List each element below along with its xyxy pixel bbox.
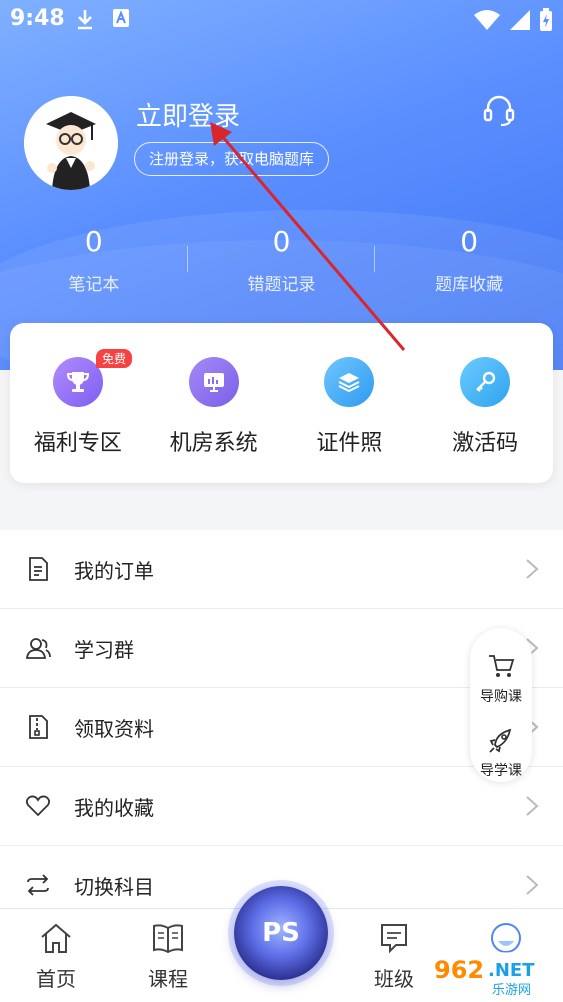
svg-text:962: 962: [434, 956, 484, 984]
signal-icon: [510, 10, 530, 30]
stat-value: 0: [272, 225, 291, 258]
login-link[interactable]: 立即登录: [136, 96, 240, 133]
svg-text:.NET: .NET: [488, 960, 535, 981]
status-time: 9:48: [10, 6, 65, 31]
file-zip-icon: [29, 715, 48, 739]
key-icon: [460, 357, 511, 407]
stat-wrong-answers[interactable]: 0 错题记录: [188, 224, 376, 304]
feature-activation-code[interactable]: 激活码: [417, 323, 553, 483]
feature-card: 免费 福利专区 机房系统 证件照 激活码: [10, 323, 553, 483]
menu-label: 领取资料: [74, 716, 154, 741]
group-icon: [25, 638, 51, 659]
avatar[interactable]: [24, 96, 118, 190]
divider: [187, 246, 188, 272]
download-icon: [78, 10, 92, 30]
layers-icon: [324, 357, 375, 407]
swap-icon: [27, 874, 49, 896]
feature-lab-system[interactable]: 机房系统: [146, 323, 282, 483]
stat-label: 笔记本: [68, 275, 120, 295]
stats-row: 0 笔记本 0 错题记录 0 题库收藏: [0, 224, 563, 304]
nav-label: 课程: [148, 967, 188, 991]
free-badge: 免费: [96, 349, 133, 368]
ps-center-button[interactable]: PS: [234, 886, 328, 980]
feature-id-photo[interactable]: 证件照: [282, 323, 418, 483]
nav-home[interactable]: 首页: [16, 921, 96, 992]
wifi-icon: [474, 10, 500, 30]
register-hint-button[interactable]: 注册登录，获取电脑题库: [134, 142, 330, 176]
menu-label: 我的收藏: [74, 795, 154, 820]
nav-label: 首页: [36, 967, 76, 991]
menu-item-orders[interactable]: 我的订单: [0, 530, 563, 609]
headset-icon[interactable]: [481, 92, 517, 128]
chevron-right-icon: [526, 875, 539, 895]
feature-label: 机房系统: [169, 431, 258, 456]
cart-icon: [489, 655, 515, 677]
menu-label: 学习群: [74, 637, 134, 662]
divider: [374, 246, 375, 272]
status-bar: 9:48: [0, 0, 563, 40]
app-a-icon: [113, 9, 129, 27]
menu-label: 切换科目: [74, 874, 154, 899]
chevron-right-icon: [526, 796, 539, 816]
floating-guide-course[interactable]: 导学课: [470, 726, 532, 780]
svg-text:乐游网: 乐游网: [492, 983, 531, 998]
floating-shopping-course[interactable]: 导购课: [470, 652, 532, 706]
menu-label: 我的订单: [74, 558, 154, 583]
battery-icon: [540, 8, 552, 31]
chat-icon: [381, 924, 407, 954]
feature-label: 证件照: [316, 431, 383, 456]
nav-label: 班级: [374, 967, 414, 991]
stat-label: 错题记录: [247, 275, 316, 295]
document-icon: [29, 557, 48, 581]
stat-favorites[interactable]: 0 题库收藏: [375, 224, 563, 304]
stat-label: 题库收藏: [435, 275, 504, 295]
nav-class[interactable]: 班级: [354, 921, 434, 992]
chevron-right-icon: [526, 559, 539, 579]
floating-panel: 导购课 导学课: [470, 628, 532, 782]
heart-icon: [25, 795, 51, 817]
floating-label: 导学课: [480, 763, 522, 779]
feature-welfare[interactable]: 免费 福利专区: [10, 323, 146, 483]
rocket-icon: [489, 728, 512, 753]
monitor-chart-icon: [188, 357, 239, 407]
book-icon: [153, 924, 183, 954]
stat-notebook[interactable]: 0 笔记本: [0, 224, 188, 304]
floating-label: 导购课: [480, 689, 522, 705]
feature-label: 福利专区: [33, 431, 122, 456]
nav-courses[interactable]: 课程: [128, 921, 208, 992]
home-icon: [41, 923, 71, 953]
feature-label: 激活码: [452, 431, 519, 456]
ps-logo: PS: [262, 918, 300, 948]
stat-value: 0: [460, 225, 479, 258]
watermark-logo: 962 .NET 乐游网: [428, 952, 558, 998]
stat-value: 0: [84, 225, 103, 258]
